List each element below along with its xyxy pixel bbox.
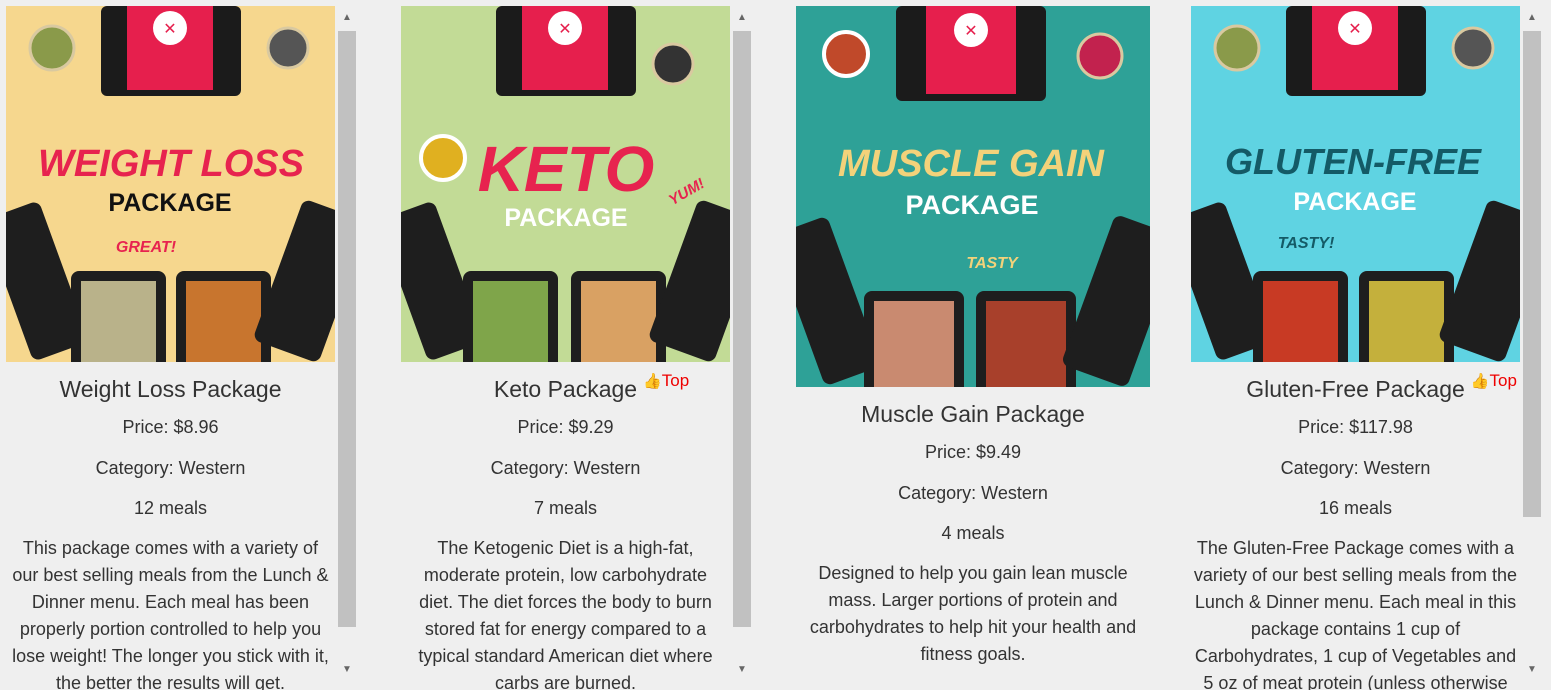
package-meals: 4 meals	[941, 523, 1005, 543]
package-image[interactable]: ✕ GLUTEN-FREE PACKAGE TASTY!	[1191, 6, 1520, 362]
package-title[interactable]: Weight Loss Package	[6, 376, 335, 402]
package-card-gluten-free[interactable]: ✕ GLUTEN-FREE PACKAGE TASTY! Gluten-Free…	[1185, 0, 1551, 690]
package-description: The Ketogenic Diet is a high-fat, modera…	[418, 538, 713, 690]
package-image[interactable]: ✕ KETO PACKAGE YUM!	[401, 6, 730, 362]
scrollbar-thumb[interactable]	[1523, 31, 1541, 517]
scroll-up-arrow-icon[interactable]: ▲	[1521, 10, 1543, 26]
svg-text:PACKAGE: PACKAGE	[504, 204, 627, 232]
package-description: Designed to help you gain lean muscle ma…	[809, 563, 1137, 664]
package-price: Price: $9.29	[517, 417, 614, 437]
svg-text:TASTY!: TASTY!	[1278, 235, 1335, 252]
card-scrollbar[interactable]: ▲ ▼	[1521, 10, 1543, 680]
package-title[interactable]: Keto Package 👍Top	[401, 371, 730, 402]
svg-text:TASTY: TASTY	[966, 255, 1019, 272]
svg-text:✕: ✕	[558, 19, 571, 38]
scrollbar-thumb[interactable]	[338, 31, 356, 627]
package-banner: ✕ GLUTEN-FREE PACKAGE TASTY!	[1191, 6, 1520, 362]
package-banner: ✕ KETO PACKAGE YUM!	[401, 6, 730, 362]
package-description: This package comes with a variety of our…	[12, 538, 329, 690]
package-card-muscle-gain[interactable]: ✕ MUSCLE GAIN PACKAGE TASTY Muscle Gain …	[790, 0, 1156, 690]
card-scrollbar[interactable]: ▲ ▼	[336, 10, 358, 680]
svg-text:WEIGHT LOSS: WEIGHT LOSS	[38, 143, 304, 185]
package-title[interactable]: Gluten-Free Package 👍Top	[1191, 371, 1520, 402]
package-image[interactable]: ✕ WEIGHT LOSS PACKAGE GREAT!	[6, 6, 335, 362]
scroll-down-arrow-icon[interactable]: ▼	[336, 662, 358, 678]
package-meals: 12 meals	[133, 498, 208, 518]
scroll-down-arrow-icon[interactable]: ▼	[1521, 662, 1543, 678]
svg-text:KETO: KETO	[478, 133, 655, 205]
scroll-up-arrow-icon[interactable]: ▲	[336, 10, 358, 26]
svg-text:GREAT!: GREAT!	[116, 239, 177, 256]
package-card-weight-loss[interactable]: ✕ WEIGHT LOSS PACKAGE GREAT! Weight Loss…	[0, 0, 358, 690]
svg-text:✕: ✕	[964, 21, 977, 40]
thumbs-up-icon: 👍	[1470, 373, 1490, 390]
thumbs-up-icon: 👍	[643, 373, 662, 390]
package-banner: ✕ MUSCLE GAIN PACKAGE TASTY	[796, 6, 1150, 387]
scroll-up-arrow-icon[interactable]: ▲	[731, 10, 753, 26]
card-scrollbar[interactable]: ▲ ▼	[731, 10, 753, 680]
package-title[interactable]: Muscle Gain Package	[796, 401, 1150, 427]
svg-text:✕: ✕	[1348, 19, 1361, 38]
svg-text:PACKAGE: PACKAGE	[108, 189, 231, 217]
svg-text:PACKAGE: PACKAGE	[905, 190, 1038, 220]
package-description: The Gluten-Free Package comes with a var…	[1193, 538, 1518, 690]
package-banner: ✕ WEIGHT LOSS PACKAGE GREAT!	[6, 6, 335, 362]
package-image[interactable]: ✕ MUSCLE GAIN PACKAGE TASTY	[796, 6, 1150, 387]
package-price: Price: $9.49	[924, 442, 1022, 462]
package-category: Category: Western	[95, 458, 246, 478]
package-price: Price: $8.96	[122, 417, 219, 437]
svg-text:MUSCLE GAIN: MUSCLE GAIN	[838, 143, 1106, 185]
svg-text:✕: ✕	[163, 19, 176, 38]
package-meals: 7 meals	[533, 498, 598, 518]
scroll-down-arrow-icon[interactable]: ▼	[731, 662, 753, 678]
svg-text:GLUTEN-FREE: GLUTEN-FREE	[1225, 141, 1482, 182]
scrollbar-thumb[interactable]	[733, 31, 751, 627]
top-badge: 👍Top	[643, 371, 690, 390]
package-price: Price: $117.98	[1298, 417, 1413, 437]
svg-text:PACKAGE: PACKAGE	[1293, 188, 1416, 216]
top-badge: 👍Top	[1470, 371, 1517, 390]
package-category: Category: Western	[1280, 458, 1431, 478]
package-category: Category: Western	[898, 483, 1048, 503]
package-category: Category: Western	[490, 458, 641, 478]
package-card-keto[interactable]: ✕ KETO PACKAGE YUM! Keto Package 👍Top Pri…	[395, 0, 755, 690]
package-meals: 16 meals	[1318, 498, 1393, 518]
